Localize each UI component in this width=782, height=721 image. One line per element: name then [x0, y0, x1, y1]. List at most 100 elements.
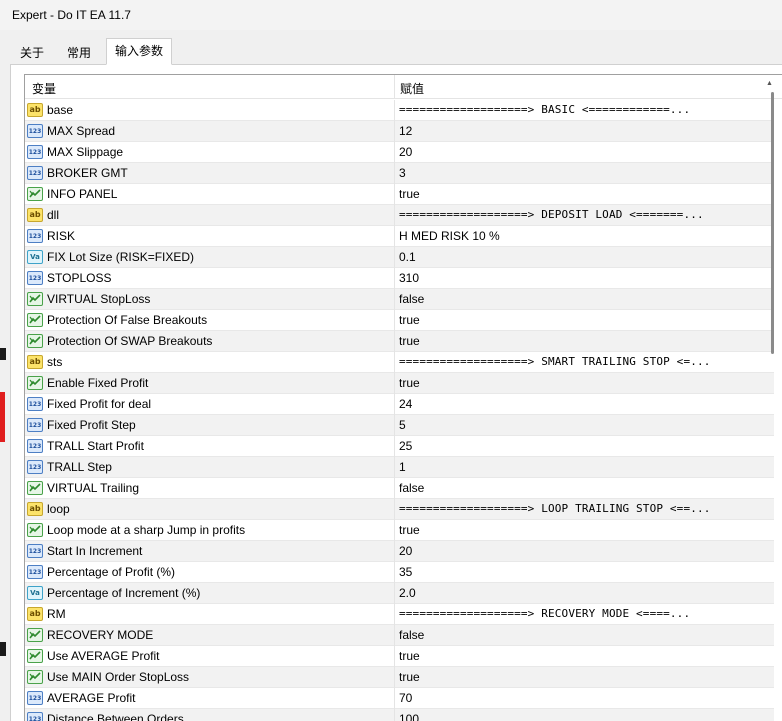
- column-divider[interactable]: [394, 75, 395, 99]
- parameter-value[interactable]: false: [399, 292, 765, 306]
- tab-inputs[interactable]: 输入参数: [106, 38, 172, 65]
- bool-icon: [27, 649, 43, 663]
- parameter-value[interactable]: ===================> RECOVERY MODE <====…: [399, 607, 765, 620]
- int-123-icon: 123: [27, 397, 43, 411]
- parameter-row[interactable]: 123 MAX Spread 12: [25, 121, 774, 142]
- column-divider: [394, 562, 395, 583]
- background-mark: [0, 642, 6, 656]
- parameter-value[interactable]: 24: [399, 397, 765, 411]
- parameter-name: Enable Fixed Profit: [47, 376, 149, 390]
- int-123-icon: 123: [27, 145, 43, 159]
- column-divider: [394, 499, 395, 520]
- parameter-row[interactable]: 123 MAX Slippage 20: [25, 142, 774, 163]
- int-123-icon: 123: [27, 166, 43, 180]
- scrollbar-thumb[interactable]: [771, 92, 774, 354]
- parameter-value[interactable]: true: [399, 523, 765, 537]
- parameter-row[interactable]: VIRTUAL Trailing false: [25, 478, 774, 499]
- inputs-panel: 变量 赋值 ab base ===================> BASIC <…: [10, 64, 782, 721]
- parameter-row[interactable]: RECOVERY MODE false: [25, 625, 774, 646]
- parameter-row[interactable]: Loop mode at a sharp Jump in profits true: [25, 520, 774, 541]
- parameter-value[interactable]: true: [399, 187, 765, 201]
- parameter-row[interactable]: Protection Of SWAP Breakouts true: [25, 331, 774, 352]
- parameter-value[interactable]: 5: [399, 418, 765, 432]
- parameter-row[interactable]: 123 TRALL Step 1: [25, 457, 774, 478]
- parameter-value[interactable]: 310: [399, 271, 765, 285]
- parameter-value[interactable]: 35: [399, 565, 765, 579]
- parameter-row[interactable]: Va FIX Lot Size (RISK=FIXED) 0.1: [25, 247, 774, 268]
- int-123-icon: 123: [27, 691, 43, 705]
- parameter-row[interactable]: ab base ===================> BASIC <======…: [25, 100, 774, 121]
- column-divider: [394, 457, 395, 478]
- parameter-row[interactable]: 123 Distance Between Orders 100: [25, 709, 774, 721]
- parameter-row[interactable]: Va Percentage of Increment (%) 2.0: [25, 583, 774, 604]
- header-variable[interactable]: 变量: [32, 80, 56, 97]
- column-divider: [394, 625, 395, 646]
- window-title: Expert - Do IT EA 11.7: [12, 8, 131, 22]
- window-titlebar: Expert - Do IT EA 11.7: [0, 0, 782, 30]
- tab-common[interactable]: 常用: [54, 42, 104, 64]
- double-icon: Va: [27, 250, 43, 264]
- background-mark: [0, 348, 6, 360]
- parameter-value[interactable]: 2.0: [399, 586, 765, 600]
- parameter-name: FIX Lot Size (RISK=FIXED): [47, 250, 195, 264]
- parameter-value[interactable]: H MED RISK 10 %: [399, 229, 765, 243]
- parameter-name: Protection Of SWAP Breakouts: [47, 334, 213, 348]
- parameter-value[interactable]: true: [399, 649, 765, 663]
- parameter-value[interactable]: ===================> BASIC <============…: [399, 103, 765, 116]
- parameter-row[interactable]: Protection Of False Breakouts true: [25, 310, 774, 331]
- parameter-row[interactable]: 123 Start In Increment 20: [25, 541, 774, 562]
- parameter-row[interactable]: Enable Fixed Profit true: [25, 373, 774, 394]
- parameter-value[interactable]: ===================> DEPOSIT LOAD <=====…: [399, 208, 765, 221]
- parameter-value[interactable]: 1: [399, 460, 765, 474]
- parameter-row[interactable]: 123 BROKER GMT 3: [25, 163, 774, 184]
- column-divider: [394, 709, 395, 721]
- parameter-value[interactable]: 0.1: [399, 250, 765, 264]
- bool-icon: [27, 523, 43, 537]
- parameter-value[interactable]: 20: [399, 544, 765, 558]
- parameter-value[interactable]: false: [399, 628, 765, 642]
- background-mark: [0, 392, 5, 442]
- parameter-row[interactable]: ab dll ===================> DEPOSIT LOAD <…: [25, 205, 774, 226]
- int-123-icon: 123: [27, 712, 43, 721]
- parameter-name: Fixed Profit Step: [47, 418, 136, 432]
- parameter-value[interactable]: ===================> LOOP TRAILING STOP …: [399, 502, 765, 515]
- parameter-row[interactable]: 123 STOPLOSS 310: [25, 268, 774, 289]
- parameter-value[interactable]: 70: [399, 691, 765, 705]
- parameter-value[interactable]: false: [399, 481, 765, 495]
- bool-icon: [27, 670, 43, 684]
- parameter-row[interactable]: INFO PANEL true: [25, 184, 774, 205]
- parameter-value[interactable]: 12: [399, 124, 765, 138]
- parameter-row[interactable]: 123 Fixed Profit Step 5: [25, 415, 774, 436]
- parameter-value[interactable]: 25: [399, 439, 765, 453]
- parameter-row[interactable]: Use AVERAGE Profit true: [25, 646, 774, 667]
- column-divider: [394, 352, 395, 373]
- parameter-row[interactable]: ab RM ===================> RECOVERY MODE <…: [25, 604, 774, 625]
- parameter-name: MAX Spread: [47, 124, 116, 138]
- parameter-value[interactable]: 3: [399, 166, 765, 180]
- parameter-value[interactable]: 100: [399, 712, 765, 721]
- column-divider: [394, 478, 395, 499]
- parameter-value[interactable]: true: [399, 334, 765, 348]
- parameter-row[interactable]: 123 RISK H MED RISK 10 %: [25, 226, 774, 247]
- parameter-row[interactable]: ab sts ===================> SMART TRAILING…: [25, 352, 774, 373]
- parameter-name: VIRTUAL StopLoss: [47, 292, 151, 306]
- parameter-row[interactable]: VIRTUAL StopLoss false: [25, 289, 774, 310]
- header-value[interactable]: 赋值: [400, 80, 424, 97]
- tab-about[interactable]: 关于: [10, 42, 54, 64]
- parameter-row[interactable]: Use MAIN Order StopLoss true: [25, 667, 774, 688]
- parameter-value[interactable]: true: [399, 670, 765, 684]
- parameter-value[interactable]: true: [399, 376, 765, 390]
- parameter-row[interactable]: ab loop ===================> LOOP TRAILING…: [25, 499, 774, 520]
- parameter-row[interactable]: 123 Fixed Profit for deal 24: [25, 394, 774, 415]
- int-123-icon: 123: [27, 544, 43, 558]
- scroll-up-arrow-icon[interactable]: ▲: [766, 80, 773, 87]
- column-divider: [394, 520, 395, 541]
- parameter-value[interactable]: ===================> SMART TRAILING STOP…: [399, 355, 765, 368]
- column-divider: [394, 184, 395, 205]
- parameter-row[interactable]: 123 TRALL Start Profit 25: [25, 436, 774, 457]
- int-123-icon: 123: [27, 229, 43, 243]
- parameter-value[interactable]: 20: [399, 145, 765, 159]
- parameter-row[interactable]: 123 AVERAGE Profit 70: [25, 688, 774, 709]
- parameter-row[interactable]: 123 Percentage of Profit (%) 35: [25, 562, 774, 583]
- parameter-value[interactable]: true: [399, 313, 765, 327]
